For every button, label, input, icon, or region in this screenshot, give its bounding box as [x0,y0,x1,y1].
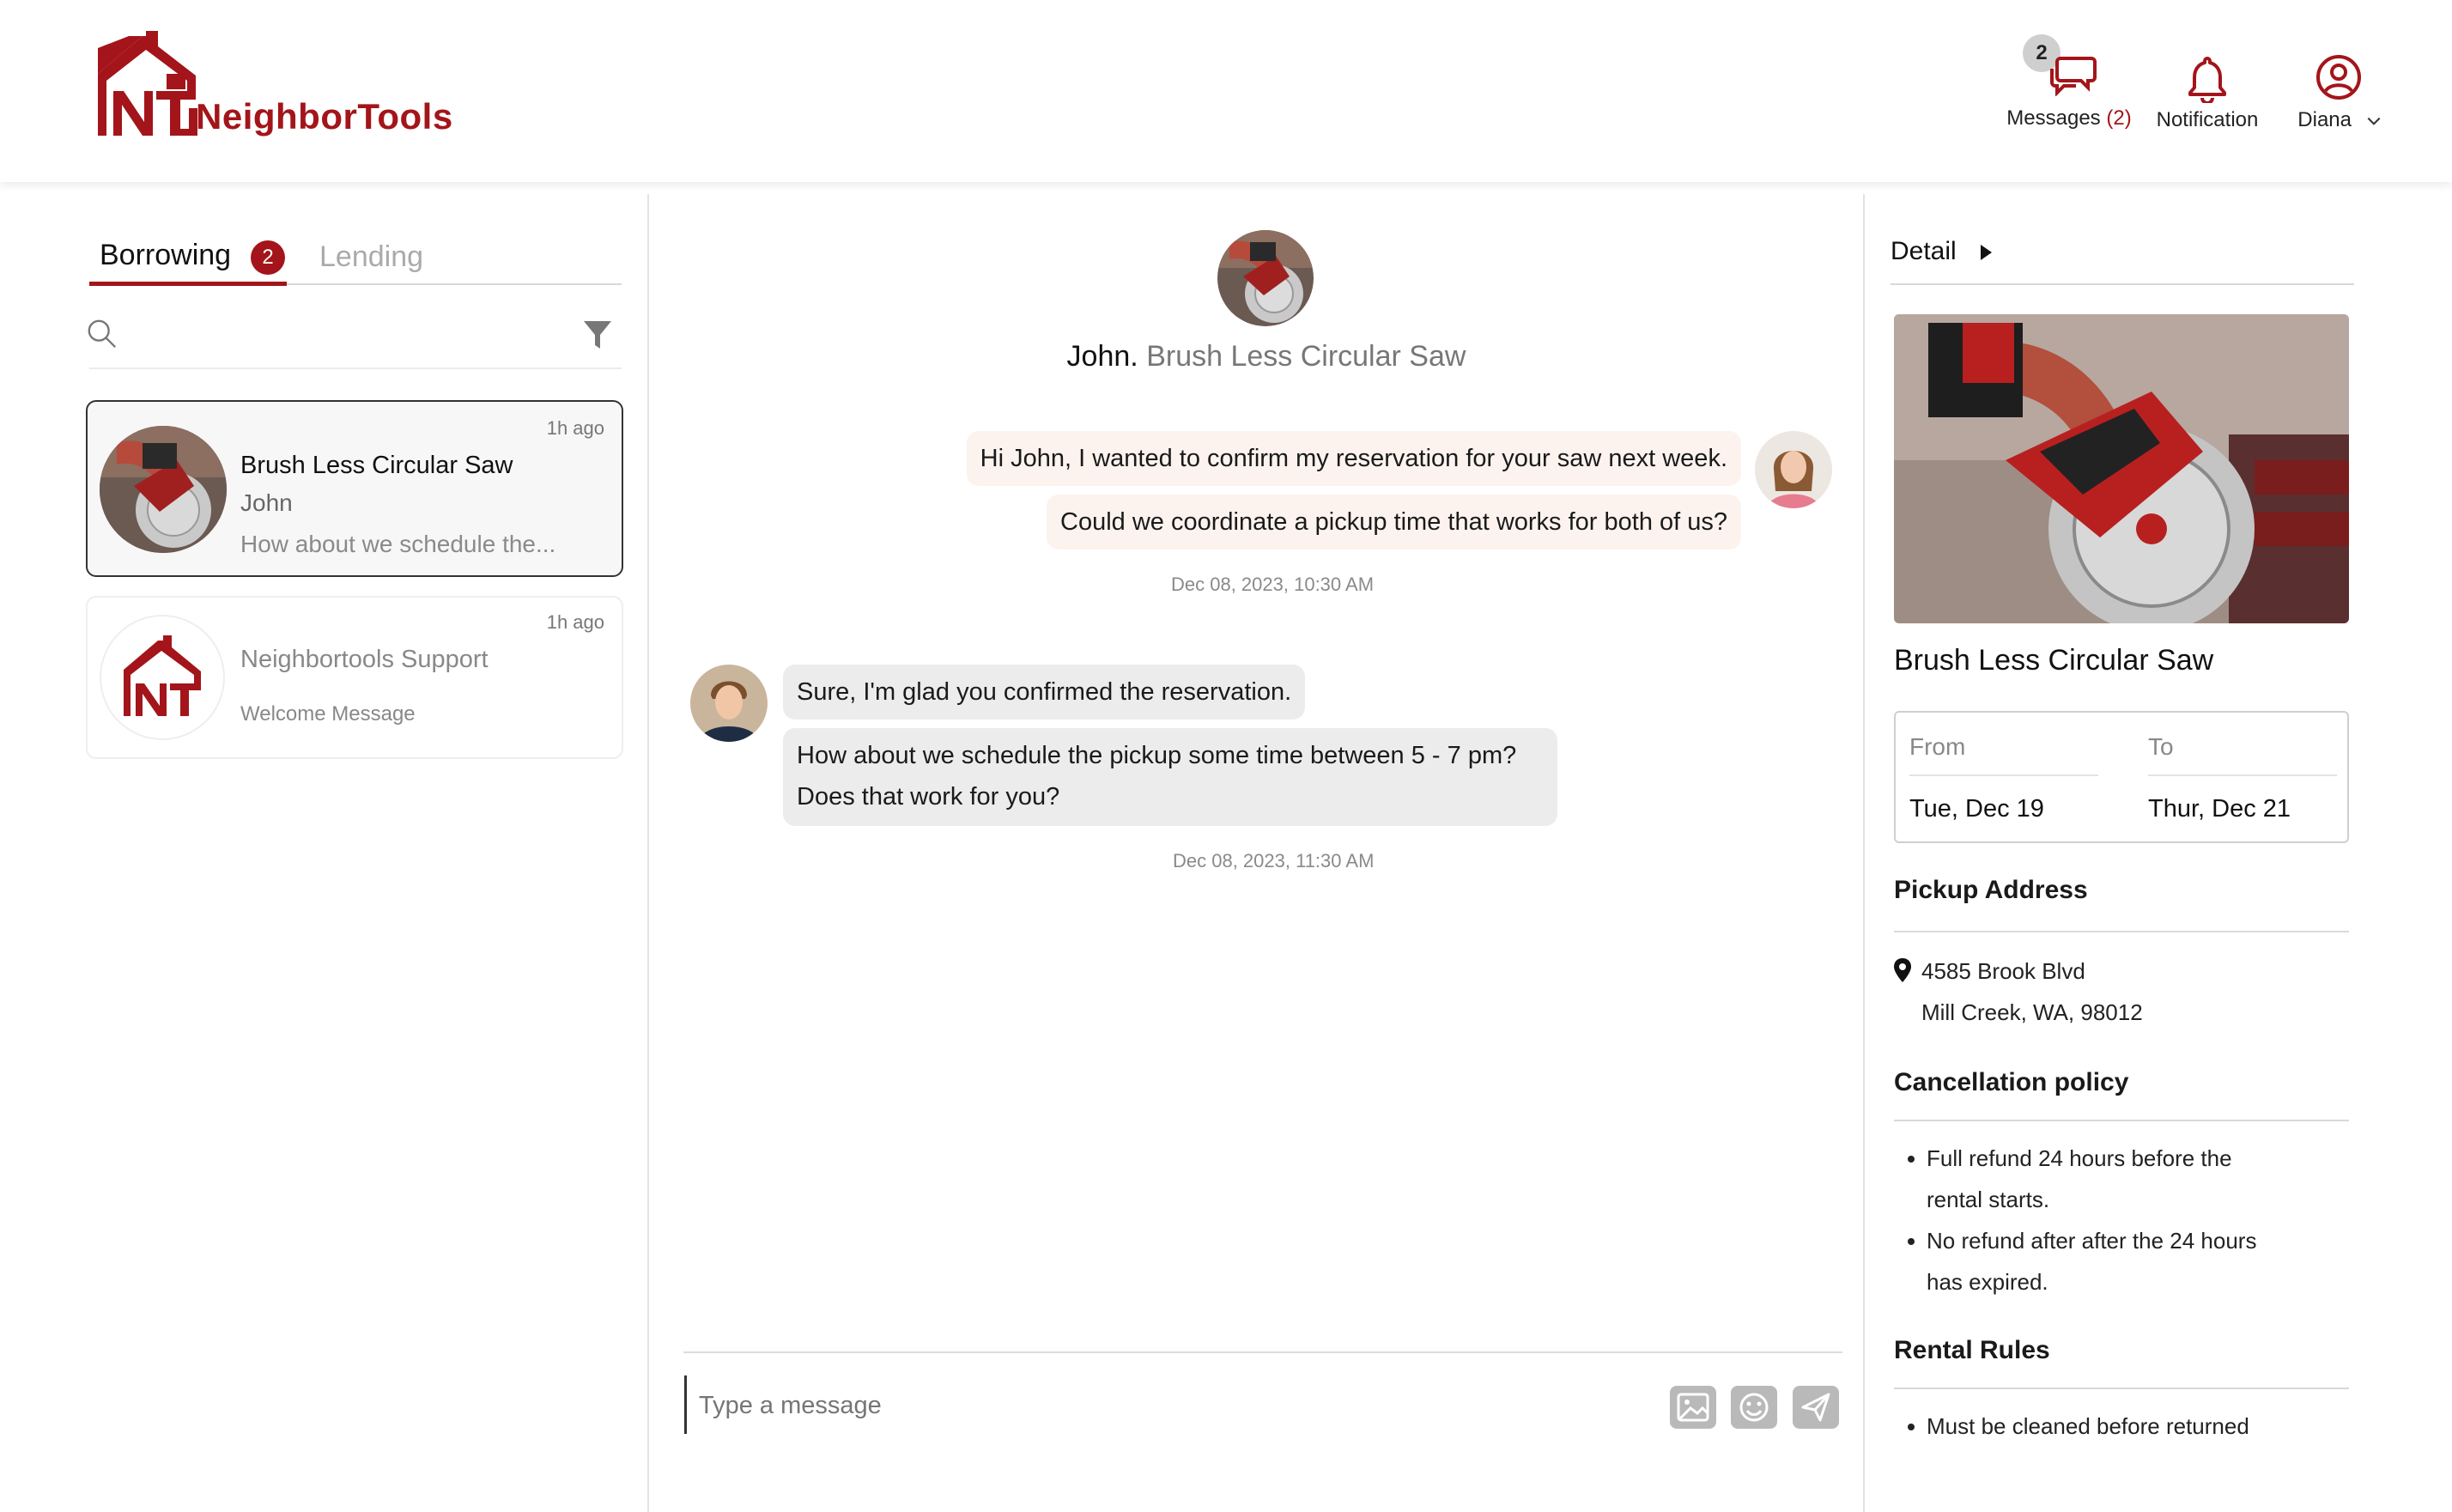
message-input[interactable] [697,1382,1645,1429]
message-bubble-outgoing: Could we coordinate a pickup time that w… [1047,495,1741,550]
cancellation-title: Cancellation policy [1894,1068,2129,1096]
message-timestamp: Dec 08, 2023, 10:30 AM [1171,574,1375,595]
messages-nav[interactable]: 2 Messages (2) [2000,31,2138,134]
brand-name[interactable]: NeighborTools [196,96,453,137]
detail-divider [1891,283,2354,285]
send-icon [1801,1393,1830,1422]
conversation-avatar [100,426,227,553]
message-bubble-incoming: How about we schedule the pickup some ti… [783,728,1557,826]
from-divider [1909,774,2098,776]
search-divider [89,367,622,369]
user-avatar-icon [2316,55,2361,100]
pickup-title: Pickup Address [1894,876,2088,904]
messages-count: (2) [2106,106,2132,130]
emoji-icon [1739,1393,1769,1422]
to-label: To [2148,733,2174,760]
chevron-down-icon [2367,117,2381,125]
my-avatar [1755,431,1832,508]
from-date: Tue, Dec 19 [1909,795,2044,823]
circular-saw-image [1217,230,1314,326]
item-title: Brush Less Circular Saw [1894,644,2214,677]
detail-heading: Detail [1891,237,1957,265]
support-avatar [100,615,225,740]
rules-divider [1894,1388,2349,1389]
bullet [1908,1424,1915,1430]
message-bubble-outgoing: Hi John, I wanted to confirm my reservat… [966,431,1741,486]
filter-icon[interactable] [582,319,613,350]
tab-borrowing-label: Borrowing [100,239,232,271]
chat-header-title: John. Brush Less Circular Saw [859,340,1674,373]
conversation-name: John [240,489,293,516]
rental-dates-box: From To Tue, Dec 19 Thur, Dec 21 [1894,711,2349,843]
chat-item-name: Brush Less Circular Saw [1146,340,1466,373]
search-icon[interactable] [86,318,118,350]
send-button[interactable] [1793,1386,1839,1429]
neighbortools-logo-icon [124,635,201,716]
user-photo [1755,431,1832,508]
partner-photo [690,665,768,742]
conversation-time: 1h ago [546,611,604,633]
location-pin-icon [1894,958,1911,982]
message-line: How about we schedule the pickup some ti… [797,742,1517,769]
cancellation-item-cont: has expired. [1927,1269,2048,1295]
pickup-divider [1894,931,2349,932]
text-cursor [684,1375,687,1434]
user-name: Diana [2297,108,2352,131]
rental-rule-item: Must be cleaned before returned [1927,1413,2249,1439]
search-input[interactable] [129,314,561,354]
address-line-2: Mill Creek, WA, 98012 [1921,999,2143,1025]
notification-label: Notification [2156,108,2259,131]
tab-lending[interactable]: Lending [319,240,423,274]
conversation-title: Brush Less Circular Saw [240,452,513,479]
notification-nav[interactable]: Notification [2143,48,2272,134]
address-line-1: 4585 Brook Blvd [1921,958,2085,984]
circular-saw-image [100,426,227,553]
bell-icon [2188,57,2226,103]
conversation-item[interactable]: 1h ago Neighbortools Support Welcome Mes… [86,596,623,759]
conversation-time: 1h ago [546,417,604,439]
conversation-preview: Welcome Message [240,702,416,726]
chat-partner-name: John. [1066,340,1138,373]
emoji-button[interactable] [1731,1386,1777,1429]
cancellation-item: No refund after after the 24 hours [1927,1228,2257,1254]
chat-header-avatar[interactable] [1217,230,1314,326]
conversation-preview: How about we schedule the... [240,531,556,557]
messages-icon [2050,57,2097,96]
composer-divider [683,1351,1842,1353]
cancellation-item: Full refund 24 hours before the [1927,1145,2232,1171]
from-label: From [1909,733,1966,760]
cancellation-item-cont: rental starts. [1927,1187,2050,1212]
bullet [1908,1238,1915,1245]
circular-saw-photo [1894,314,2349,623]
conversation-item[interactable]: 1h ago Brush Less Circular Saw John How … [86,400,623,577]
partner-avatar [690,665,768,742]
item-photo [1894,314,2349,623]
rental-rules-title: Rental Rules [1894,1336,2050,1364]
user-menu[interactable]: Diana [2284,48,2395,134]
conversation-title: Neighbortools Support [240,646,489,673]
message-line: Does that work for you? [797,783,1060,811]
tab-borrowing[interactable]: Borrowing [100,239,231,272]
right-divider [1863,194,1865,1512]
caret-right-icon [1981,245,1993,261]
detail-toggle[interactable]: Detail [1891,237,1993,266]
bullet [1908,1156,1915,1163]
cancellation-divider [1894,1120,2349,1121]
message-bubble-incoming: Sure, I'm glad you confirmed the reserva… [783,665,1306,720]
to-date: Thur, Dec 21 [2148,795,2291,823]
tab-active-underline [89,282,287,286]
left-divider [647,194,649,1512]
messages-label: Messages [2006,106,2101,130]
attach-image-button[interactable] [1670,1386,1716,1429]
borrowing-badge: 2 [251,240,285,275]
image-icon [1677,1393,1709,1422]
message-timestamp: Dec 08, 2023, 11:30 AM [1173,850,1375,871]
to-divider [2148,774,2337,776]
